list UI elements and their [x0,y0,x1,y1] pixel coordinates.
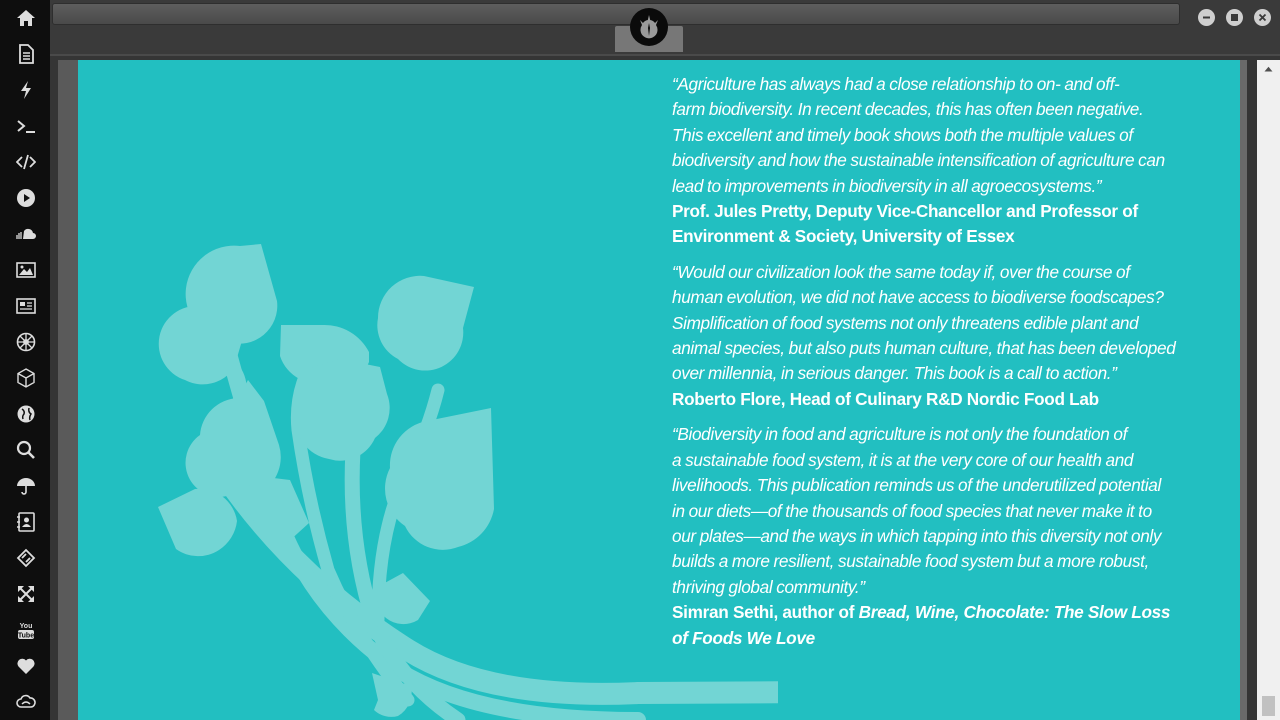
maximize-button[interactable] [1226,9,1243,26]
svg-text:Tube: Tube [18,632,34,639]
page-gutter-right [1240,60,1247,720]
scrollbar-thumb[interactable] [1262,696,1275,716]
cube-icon[interactable] [13,365,39,391]
attribution-line: Environment & Society, University of Ess… [672,226,1015,247]
quote-line: in our diets—of the thousands of food sp… [672,500,1152,521]
cloud-icon[interactable] [13,689,39,715]
quote-line: our plates—and the ways in which tapping… [672,525,1162,546]
attribution-line: Prof. Jules Pretty, Deputy Vice-Chancell… [672,201,1138,222]
quote-line: human evolution, we did not have access … [672,287,1164,308]
quote-text: “Would our civilization look the same to… [672,260,1182,387]
quote-line: This excellent and timely book shows bot… [672,124,1133,145]
book-page: “Agriculture has always had a close rela… [78,60,1240,720]
attribution-line: Simran Sethi, author of Bread, Wine, Cho… [672,600,1182,625]
quote-line: livelihoods. This publication reminds us… [672,475,1161,496]
vertical-scrollbar[interactable] [1257,60,1280,720]
terminal-icon[interactable] [13,113,39,139]
globe-icon[interactable] [13,401,39,427]
newspaper-icon[interactable] [13,293,39,319]
attribution-author: Simran Sethi, author of [672,602,859,623]
quote-attribution: Roberto Flore, Head of Culinary R&D Nord… [672,387,1182,412]
close-button[interactable] [1254,9,1271,26]
search-icon[interactable] [13,437,39,463]
quote-attribution: Simran Sethi, author of Bread, Wine, Cho… [672,600,1182,651]
play-icon[interactable] [13,185,39,211]
document-viewport: “Agriculture has always had a close rela… [50,56,1280,720]
endorsement-2: “Would our civilization look the same to… [672,260,1182,412]
book-title: of Foods We Love [672,627,815,648]
quote-line: thriving global community.” [672,576,865,597]
address-bar[interactable] [52,3,1180,25]
endorsement-1: “Agriculture has always had a close rela… [672,72,1182,250]
quote-line: “Would our civilization look the same to… [672,261,1130,282]
galactic-empire-icon[interactable] [13,329,39,355]
app-dock: You Tube [0,0,51,720]
lightning-icon[interactable] [13,77,39,103]
heart-icon[interactable] [13,653,39,679]
minimize-button[interactable] [1198,9,1215,26]
quote-attribution: Prof. Jules Pretty, Deputy Vice-Chancell… [672,199,1182,250]
quote-line: “Agriculture has always had a close rela… [672,74,1120,94]
document-icon[interactable] [13,41,39,67]
endorsement-3: “Biodiversity in food and agriculture is… [672,422,1182,651]
home-icon[interactable] [13,5,39,31]
quote-line: a sustainable food system, it is at the … [672,449,1134,470]
quote-line: animal species, but also puts human cult… [672,338,1176,359]
quote-text: “Agriculture has always had a close rela… [672,72,1182,199]
attribution-line: of Foods We Love [672,626,1182,651]
scroll-up-arrow-icon[interactable] [1257,60,1280,77]
image-icon[interactable] [13,257,39,283]
svg-text:You: You [20,623,33,630]
book-title: Bread, Wine, Chocolate: The Slow Loss [858,602,1171,623]
youtube-icon[interactable]: You Tube [13,617,39,643]
quote-line: builds a more resilient, sustainable foo… [672,551,1149,572]
contacts-icon[interactable] [13,509,39,535]
attribution-line: Roberto Flore, Head of Culinary R&D Nord… [672,388,1099,409]
umbrella-icon[interactable] [13,473,39,499]
browser-top-bar [50,0,1280,56]
quote-line: biodiversity and how the sustainable int… [672,150,1165,171]
quote-line: lead to improvements in biodiversity in … [672,175,1102,196]
soundcloud-icon[interactable] [13,221,39,247]
quote-line: over millennia, in serious danger. This … [672,363,1117,384]
rebel-alliance-icon[interactable] [630,8,668,46]
quote-text: “Biodiversity in food and agriculture is… [672,422,1182,600]
endorsement-quotes: “Agriculture has always had a close rela… [672,72,1182,661]
quote-line: farm biodiversity. In recent decades, th… [672,99,1144,120]
gitkraken-icon[interactable] [13,545,39,571]
quote-line: “Biodiversity in food and agriculture is… [672,424,1127,445]
quote-line: Simplification of food systems not only … [672,312,1139,333]
page-gutter-left [58,60,78,720]
expand-icon[interactable] [13,581,39,607]
code-icon[interactable] [13,149,39,175]
